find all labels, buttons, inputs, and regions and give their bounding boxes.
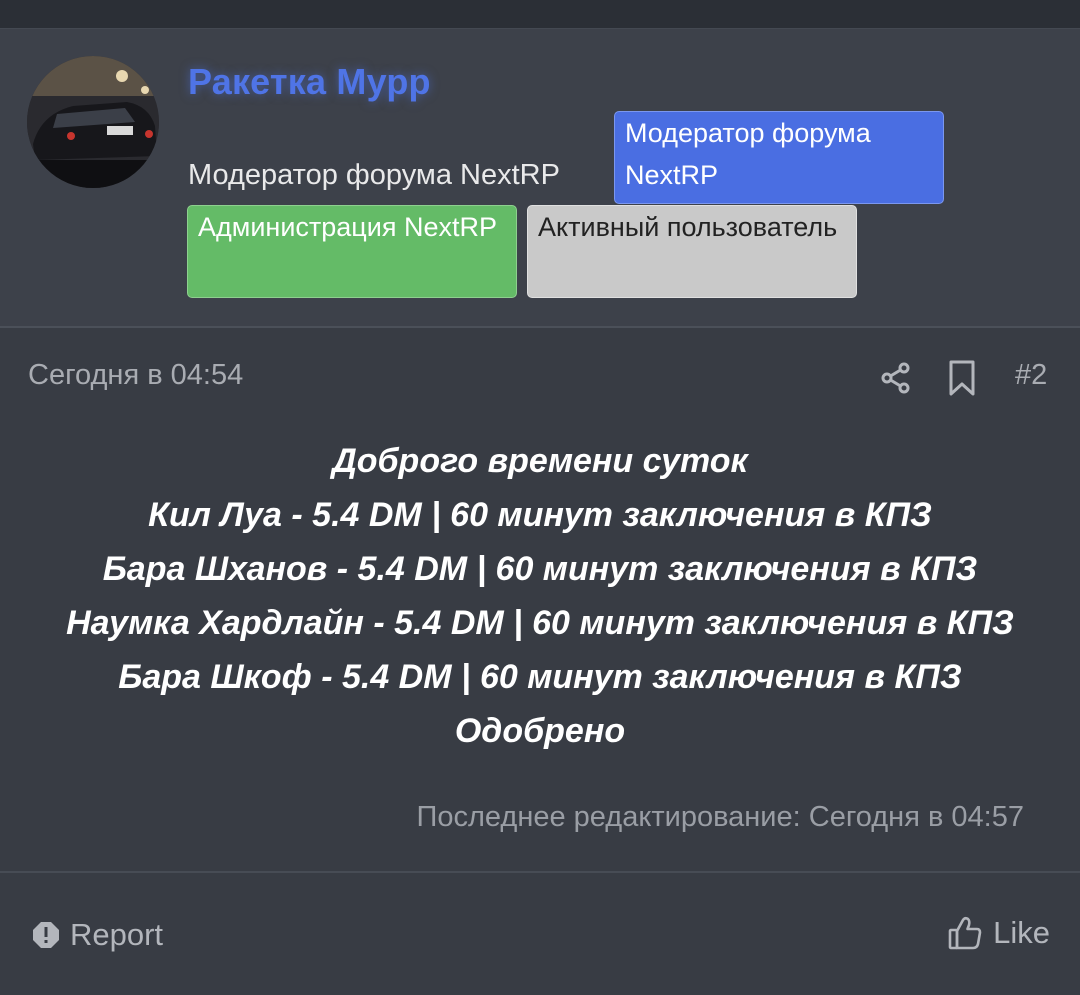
- last-edited-note: Последнее редактирование: Сегодня в 04:5…: [416, 801, 1024, 833]
- report-label: Report: [70, 917, 164, 952]
- user-info-block: Ракетка Мурр Модератор форума NextRP Мод…: [0, 29, 1080, 328]
- username-link[interactable]: Ракетка Мурр: [188, 61, 431, 103]
- post-line: Доброго времени суток: [332, 442, 748, 480]
- post-date[interactable]: Сегодня в 04:54: [28, 359, 243, 392]
- badge-moderator: Модератор форума NextRP: [614, 111, 944, 204]
- post-line: Бара Шкоф - 5.4 DM | 60 минут заключения…: [118, 658, 962, 696]
- thumbs-up-icon: [948, 916, 982, 950]
- user-title: Модератор форума NextRP: [188, 159, 560, 191]
- bookmark-icon[interactable]: [945, 359, 979, 397]
- badge-active-user: Активный пользователь: [527, 205, 857, 298]
- post-line: Одобрено: [454, 712, 626, 750]
- post-line: Наумка Хардлайн - 5.4 DM | 60 минут закл…: [66, 604, 1014, 642]
- like-label: Like: [993, 915, 1050, 950]
- like-button[interactable]: Like: [947, 915, 1050, 951]
- post-number[interactable]: #2: [1015, 359, 1047, 392]
- share-icon[interactable]: [879, 361, 913, 395]
- top-strip: [0, 0, 1080, 28]
- avatar-image: [27, 56, 159, 188]
- badge-administration: Администрация NextRP: [187, 205, 517, 298]
- post-body: Доброго времени суток Кил Луа - 5.4 DM |…: [0, 434, 1080, 758]
- forum-post: Ракетка Мурр Модератор форума NextRP Мод…: [0, 28, 1080, 995]
- report-button[interactable]: Report: [32, 917, 163, 953]
- post-line: Кил Луа - 5.4 DM | 60 минут заключения в…: [148, 496, 932, 534]
- report-icon: [33, 922, 59, 948]
- post-line: Бара Шханов - 5.4 DM | 60 минут заключен…: [102, 550, 978, 588]
- avatar[interactable]: [27, 56, 159, 188]
- divider: [0, 871, 1080, 873]
